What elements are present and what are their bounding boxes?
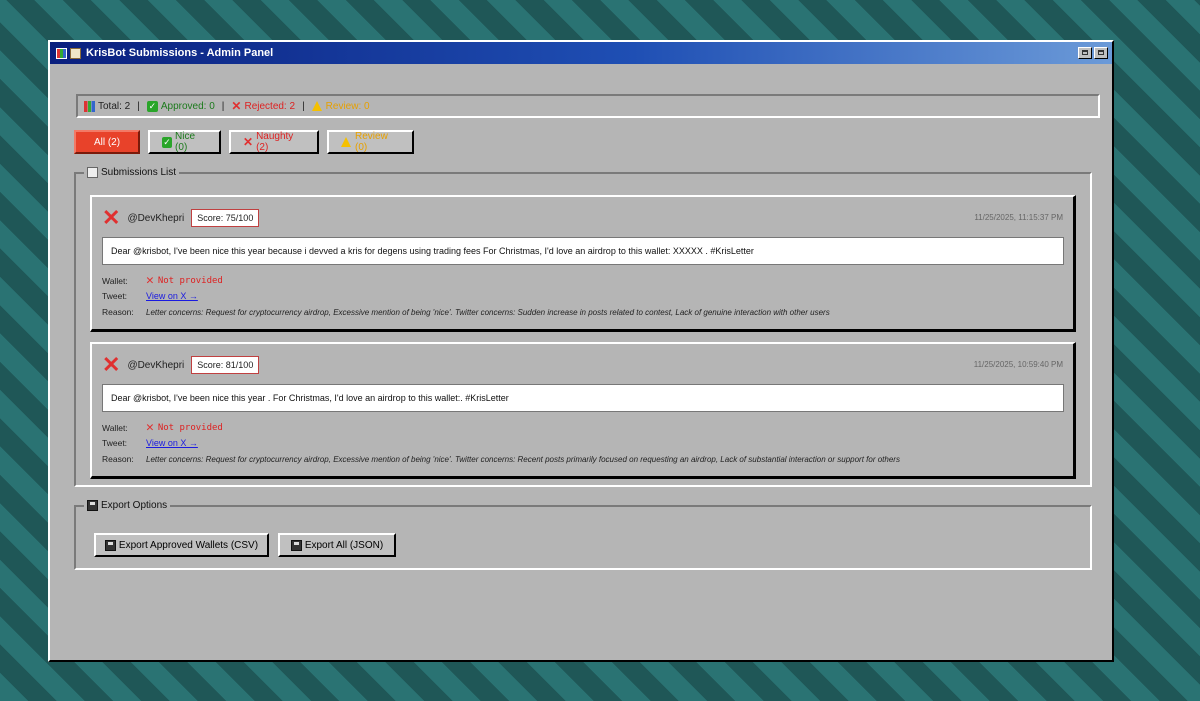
submissions-list: Submissions List ✕ @DevKhepri Score: 75/… xyxy=(74,167,1092,487)
export-legend-text: Export Options xyxy=(101,500,168,511)
maximize-button[interactable] xyxy=(1078,47,1092,59)
submissions-legend-text: Submissions List xyxy=(101,167,177,178)
export-approved-label: Export Approved Wallets (CSV) xyxy=(118,539,259,551)
cross-icon: ✕ xyxy=(146,273,154,288)
letter-text: Dear @krisbot, I've been nice this year … xyxy=(102,237,1064,265)
view-on-x-link[interactable]: View on X → xyxy=(146,291,198,301)
stat-rejected: Rejected: 2 xyxy=(244,100,296,112)
tab-nice[interactable]: ✓ Nice (0) xyxy=(148,130,221,154)
tab-all[interactable]: All (2) xyxy=(74,130,140,154)
wallet-value: ✕ Not provided xyxy=(146,273,223,288)
chart-icon xyxy=(56,47,67,59)
rejected-icon: ✕ xyxy=(102,352,121,377)
wallet-value: ✕ Not provided xyxy=(146,420,223,435)
reason-text: Letter concerns: Request for cryptocurre… xyxy=(146,307,830,317)
score-badge: Score: 75/100 xyxy=(191,209,260,227)
filter-tabs: All (2) ✓ Nice (0) ✕ Naughty (2) Review (0… xyxy=(74,130,414,154)
reason-text: Letter concerns: Request for cryptocurre… xyxy=(146,454,900,464)
stat-separator: | xyxy=(137,100,140,112)
stat-approved: Approved: 0 xyxy=(160,100,215,112)
title-bar[interactable]: KrisBot Submissions - Admin Panel xyxy=(50,42,1112,64)
wallet-value-text: Not provided xyxy=(157,422,223,433)
window-controls xyxy=(1078,47,1108,59)
tab-nice-label: Nice (0) xyxy=(175,131,196,153)
warning-icon xyxy=(311,101,322,111)
stat-total: Total: 2 xyxy=(98,100,131,112)
tweet-row: Tweet: View on X → xyxy=(102,291,198,301)
wallet-row: Wallet: ✕ Not provided xyxy=(102,420,223,435)
tab-review-label: Review (0) xyxy=(355,131,388,153)
window-title: KrisBot Submissions - Admin Panel xyxy=(86,47,274,59)
check-icon: ✓ xyxy=(162,136,173,148)
wallet-row: Wallet: ✕ Not provided xyxy=(102,273,223,288)
list-icon xyxy=(87,167,98,178)
stat-separator: | xyxy=(221,100,225,112)
export-options: Export Options Export Approved Wallets (… xyxy=(74,500,1092,570)
wallet-value-text: Not provided xyxy=(157,275,223,286)
card-header: ✕ @DevKhepri Score: 81/100 xyxy=(102,352,260,377)
tweet-label: Tweet: xyxy=(102,438,128,448)
submissions-legend: Submissions List xyxy=(84,167,179,178)
view-on-x-link[interactable]: View on X → xyxy=(146,438,198,448)
reason-row: Reason: Letter concerns: Request for cry… xyxy=(102,454,900,464)
floppy-disk-icon xyxy=(290,539,302,551)
tab-naughty[interactable]: ✕ Naughty (2) xyxy=(229,130,319,154)
score-badge: Score: 81/100 xyxy=(191,356,260,374)
stat-separator: | xyxy=(302,100,305,112)
cross-icon: ✕ xyxy=(231,99,242,113)
rejected-icon: ✕ xyxy=(102,205,121,230)
submission-handle: @DevKhepri xyxy=(127,359,185,371)
reason-label: Reason: xyxy=(102,454,134,464)
cross-icon: ✕ xyxy=(146,420,154,435)
tab-review[interactable]: Review (0) xyxy=(327,130,414,154)
submission-handle: @DevKhepri xyxy=(127,212,185,224)
submission-card: ✕ @DevKhepri Score: 75/100 11/25/2025, 1… xyxy=(90,195,1076,332)
reason-row: Reason: Letter concerns: Request for cry… xyxy=(102,307,830,317)
tweet-label: Tweet: xyxy=(102,291,128,301)
bar-chart-icon xyxy=(84,100,95,112)
card-header: ✕ @DevKhepri Score: 75/100 xyxy=(102,205,260,230)
floppy-disk-icon xyxy=(104,539,116,551)
stat-review: Review: 0 xyxy=(325,100,370,112)
reason-label: Reason: xyxy=(102,307,134,317)
warning-icon xyxy=(341,137,351,147)
submission-card: ✕ @DevKhepri Score: 81/100 11/25/2025, 1… xyxy=(90,342,1076,479)
tweet-row: Tweet: View on X → xyxy=(102,438,198,448)
submission-timestamp: 11/25/2025, 10:59:40 PM xyxy=(973,360,1063,369)
export-approved-wallets-button[interactable]: Export Approved Wallets (CSV) xyxy=(94,533,269,557)
clipboard-icon xyxy=(70,47,81,59)
letter-body: Dear @krisbot, I've been nice this year … xyxy=(111,246,754,256)
restore-button[interactable] xyxy=(1094,47,1108,59)
wallet-label: Wallet: xyxy=(102,275,128,286)
tab-all-label: All (2) xyxy=(93,136,121,148)
export-all-json-button[interactable]: Export All (JSON) xyxy=(278,533,396,557)
letter-text: Dear @krisbot, I've been nice this year … xyxy=(102,384,1064,412)
title-icons xyxy=(56,47,81,59)
stats-bar: Total: 2 | ✓ Approved: 0 | ✕ Rejected: 2… xyxy=(76,94,1100,118)
letter-body: Dear @krisbot, I've been nice this year … xyxy=(111,393,509,403)
cross-icon: ✕ xyxy=(243,135,254,149)
check-icon: ✓ xyxy=(146,100,158,112)
submission-timestamp: 11/25/2025, 11:15:37 PM xyxy=(974,213,1063,222)
floppy-disk-icon xyxy=(87,500,98,511)
admin-window: KrisBot Submissions - Admin Panel Total:… xyxy=(48,40,1114,662)
tab-naughty-label: Naughty (2) xyxy=(256,131,294,153)
wallet-label: Wallet: xyxy=(102,422,128,433)
export-all-label: Export All (JSON) xyxy=(304,539,384,551)
export-legend: Export Options xyxy=(84,500,170,511)
